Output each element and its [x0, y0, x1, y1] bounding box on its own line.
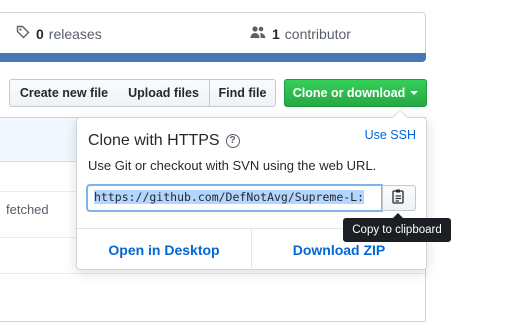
clone-url-text: https://github.com/DefNotAvg/Supreme-L: — [94, 190, 365, 204]
releases-count: 0 — [36, 25, 44, 42]
people-icon — [250, 25, 266, 42]
clone-button-label: Clone or download — [292, 86, 406, 100]
clone-url-input[interactable]: https://github.com/DefNotAvg/Supreme-L: — [86, 184, 383, 212]
clipboard-icon — [392, 188, 406, 209]
clone-dropdown: Clone with HTTPS ? Use SSH Use Git or ch… — [76, 110, 427, 270]
contributors-link[interactable]: 1 contributor — [250, 25, 351, 42]
clone-or-download-button[interactable]: Clone or download — [284, 79, 427, 107]
find-file-button[interactable]: Find file — [210, 79, 276, 107]
releases-link[interactable]: 0 releases — [16, 25, 102, 42]
row-divider — [0, 273, 425, 274]
language-bar[interactable] — [0, 53, 426, 62]
numbers-summary: 0 releases 1 contributor — [0, 12, 426, 54]
copy-tooltip: Copy to clipboard — [343, 213, 451, 242]
use-ssh-link[interactable]: Use SSH — [365, 128, 416, 142]
upload-files-button[interactable]: Upload files — [118, 79, 210, 107]
caret-down-icon — [410, 91, 419, 95]
open-in-desktop-link[interactable]: Open in Desktop — [77, 229, 251, 270]
clone-description: Use Git or checkout with SVN using the w… — [88, 158, 377, 173]
question-icon[interactable]: ? — [225, 134, 240, 148]
create-new-file-button[interactable]: Create new file — [9, 79, 119, 107]
contributors-label: contributor — [284, 25, 351, 42]
copy-to-clipboard-button[interactable] — [382, 185, 416, 211]
fetched-text: fetched — [6, 202, 49, 217]
releases-label: releases — [48, 25, 102, 42]
tag-icon — [16, 25, 30, 42]
contributors-count: 1 — [272, 25, 280, 42]
clone-title-text: Clone with HTTPS — [88, 132, 220, 149]
clone-title: Clone with HTTPS ? — [88, 132, 240, 150]
